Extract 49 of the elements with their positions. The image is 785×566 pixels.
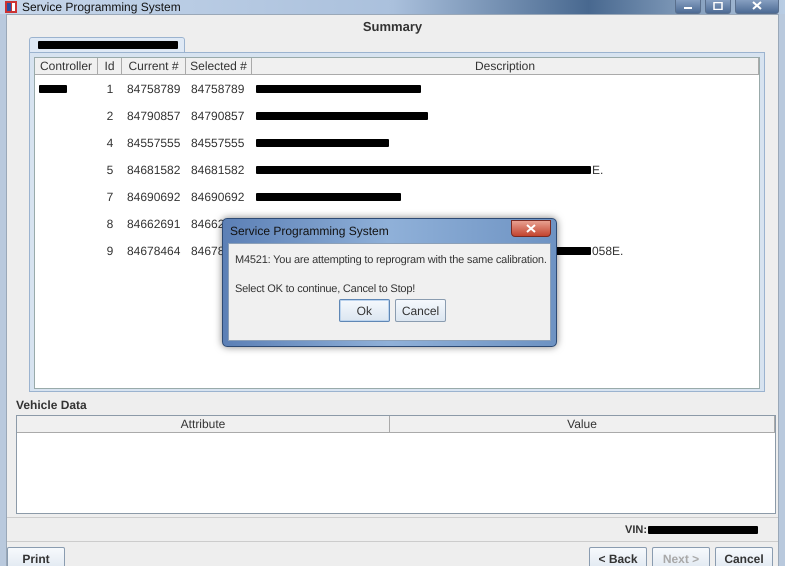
- dialog-message: M4521: You are attempting to reprogram with the same calibration.: [235, 253, 547, 267]
- column-header[interactable]: Description: [252, 58, 759, 74]
- maximize-button[interactable]: [705, 0, 731, 14]
- close-button[interactable]: [735, 0, 779, 14]
- dialog-message: Select OK to continue, Cancel to Stop!: [235, 282, 416, 296]
- dialog-button[interactable]: Cancel: [715, 547, 773, 566]
- column-header[interactable]: Value: [390, 416, 775, 432]
- maximize-icon: [713, 2, 723, 10]
- vin-label: VIN:: [625, 524, 647, 536]
- minimize-button[interactable]: [675, 0, 701, 14]
- app-icon: [4, 0, 18, 14]
- tab[interactable]: [29, 37, 185, 52]
- dialog-title: Service Programming System: [229, 224, 390, 238]
- close-button[interactable]: [511, 220, 551, 236]
- dialog-button[interactable]: Print: [7, 547, 65, 566]
- table-cell-text: 84681582: [126, 162, 182, 176]
- summary-heading: Summary: [362, 18, 424, 36]
- dialog-button[interactable]: < Back: [589, 547, 647, 566]
- table-cell-text: 84690692: [190, 190, 246, 204]
- table-cell: 058E.: [592, 244, 624, 258]
- table-cell-text: 4: [106, 136, 114, 150]
- column-header[interactable]: Selected #: [186, 58, 252, 74]
- table-cell-text: 84790857: [126, 108, 182, 122]
- table-cell-text: 84758789: [190, 82, 246, 96]
- column-header[interactable]: Id: [98, 58, 122, 74]
- table-cell-text: 2: [106, 108, 114, 122]
- table-cell-text: 1: [106, 82, 114, 96]
- table-cell-text: 84681582: [190, 162, 246, 176]
- vehicle-data-label: Vehicle Data: [15, 397, 88, 411]
- table-cell-text: 84557555: [190, 136, 246, 150]
- table-cell: E.: [592, 162, 604, 176]
- dialog-button[interactable]: Ok: [338, 299, 390, 322]
- table-cell-text: 84758789: [126, 82, 182, 96]
- table-cell-text: 8: [106, 216, 114, 230]
- close-icon: [752, 1, 762, 10]
- table-cell-text: 84662691: [126, 216, 182, 230]
- column-header[interactable]: Controller: [35, 58, 98, 74]
- table-cell-text: 7: [106, 190, 114, 204]
- table-cell-text: 84690692: [126, 190, 182, 204]
- table-cell-text: 9: [106, 244, 114, 258]
- column-header[interactable]: Current #: [122, 58, 186, 74]
- table-cell-text: 5: [106, 162, 114, 176]
- window-title: Service Programming System: [22, 0, 182, 14]
- close-icon: [526, 224, 536, 232]
- dialog-button[interactable]: Cancel: [394, 299, 446, 322]
- column-header[interactable]: Attribute: [17, 416, 390, 432]
- table-cell-text: 84678464: [126, 244, 182, 258]
- table-cell-text: 84557555: [126, 136, 182, 150]
- table-cell-text: 84790857: [190, 108, 246, 122]
